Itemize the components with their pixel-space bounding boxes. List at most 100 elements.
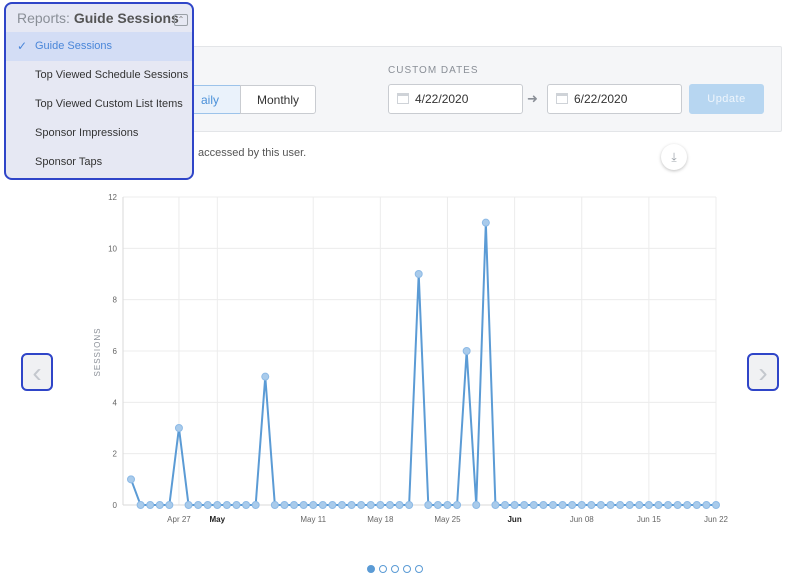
data-point xyxy=(587,501,596,509)
report-option-label: Sponsor Taps xyxy=(35,156,103,168)
data-point xyxy=(328,501,337,509)
data-point xyxy=(577,501,586,509)
data-point xyxy=(529,501,538,509)
data-point xyxy=(654,501,663,509)
data-point xyxy=(462,347,471,355)
data-point xyxy=(644,501,653,509)
report-option-label: Top Viewed Schedule Sessions xyxy=(35,69,189,81)
data-point xyxy=(136,501,145,509)
x-tick-label: May xyxy=(210,515,226,524)
y-tick-label: 8 xyxy=(113,296,118,305)
next-chart-button[interactable]: › xyxy=(747,353,779,391)
data-point xyxy=(472,501,481,509)
report-option[interactable]: Sponsor Impressions xyxy=(6,119,192,148)
report-option[interactable]: ✓ Guide Sessions xyxy=(6,32,192,61)
chart-pager xyxy=(367,560,427,573)
x-tick-label: May 11 xyxy=(300,515,326,524)
data-point xyxy=(520,501,529,509)
pager-dot[interactable] xyxy=(379,565,387,573)
data-point xyxy=(481,218,490,227)
y-tick-label: 2 xyxy=(113,450,118,459)
x-tick-label: Apr 27 xyxy=(167,515,191,524)
data-point xyxy=(251,501,260,509)
data-point xyxy=(453,501,462,509)
data-point xyxy=(692,501,701,509)
data-point xyxy=(712,501,720,509)
data-point xyxy=(491,501,500,509)
report-option[interactable]: Top Viewed Custom List Items xyxy=(6,90,192,119)
data-point xyxy=(539,501,548,509)
data-point xyxy=(510,501,519,509)
report-prefix: Reports: xyxy=(17,10,70,26)
data-point xyxy=(433,501,442,509)
prev-chart-button[interactable]: ‹ xyxy=(21,353,53,391)
data-point xyxy=(347,501,356,509)
data-point xyxy=(232,501,241,509)
pager-dot[interactable] xyxy=(403,565,411,573)
pager-dot[interactable] xyxy=(367,565,375,573)
data-point xyxy=(683,501,692,509)
data-point xyxy=(558,501,567,509)
data-point xyxy=(596,501,605,509)
data-point xyxy=(290,501,299,509)
report-option[interactable]: Sponsor Taps xyxy=(6,148,192,177)
data-point xyxy=(309,501,318,509)
report-selector-header[interactable]: Reports: Guide Sessions ⌃ xyxy=(6,4,192,32)
data-point xyxy=(242,501,251,509)
data-point xyxy=(299,501,308,509)
pager-dot[interactable] xyxy=(415,565,423,573)
data-point xyxy=(405,501,414,509)
report-current: Guide Sessions xyxy=(73,10,179,26)
y-tick-label: 4 xyxy=(113,398,118,407)
chevron-left-icon: ‹ xyxy=(32,357,42,388)
checkmark-icon: ✓ xyxy=(17,39,28,53)
data-point xyxy=(165,501,174,509)
data-point xyxy=(702,501,711,509)
x-tick-label: Jun 15 xyxy=(637,515,662,524)
x-tick-label: May 25 xyxy=(434,515,461,524)
data-point xyxy=(664,501,673,509)
data-point xyxy=(414,270,423,278)
data-point xyxy=(203,501,212,509)
series-line xyxy=(130,222,716,506)
y-axis-label: SESSIONS xyxy=(93,328,102,377)
data-point xyxy=(155,501,164,509)
y-tick-label: 10 xyxy=(108,244,117,253)
data-point xyxy=(376,501,385,509)
data-point xyxy=(548,501,557,509)
chevron-up-icon[interactable]: ⌃ xyxy=(174,14,188,26)
data-point xyxy=(222,501,231,509)
data-point xyxy=(606,501,615,509)
report-option-label: Top Viewed Custom List Items xyxy=(35,98,183,110)
data-point xyxy=(337,501,346,509)
data-point xyxy=(568,501,577,509)
report-option-label: Guide Sessions xyxy=(35,40,113,52)
data-point xyxy=(261,372,270,381)
data-point xyxy=(318,501,327,509)
data-point xyxy=(280,501,289,509)
data-point xyxy=(625,501,634,509)
x-tick-label: May 18 xyxy=(367,515,394,524)
report-option[interactable]: Top Viewed Schedule Sessions xyxy=(6,61,192,90)
data-point xyxy=(424,501,433,509)
data-point xyxy=(146,501,155,509)
report-option-label: Sponsor Impressions xyxy=(35,127,139,139)
x-tick-label: Jun 22 xyxy=(704,515,729,524)
data-point xyxy=(443,501,452,509)
y-tick-label: 12 xyxy=(108,193,117,202)
data-point xyxy=(194,501,203,509)
data-point xyxy=(635,501,644,509)
x-tick-label: Jun xyxy=(507,515,521,524)
data-point xyxy=(385,501,394,509)
data-point xyxy=(174,424,183,432)
data-point xyxy=(270,501,279,509)
data-point xyxy=(395,501,404,509)
report-selector-dropdown[interactable]: Reports: Guide Sessions ⌃ ✓ Guide Session… xyxy=(4,2,194,180)
data-point xyxy=(213,501,222,509)
chevron-right-icon: › xyxy=(758,357,768,388)
data-point xyxy=(616,501,625,509)
data-point xyxy=(184,501,193,509)
data-point xyxy=(673,501,682,509)
x-tick-label: Jun 08 xyxy=(570,515,595,524)
pager-dot[interactable] xyxy=(391,565,399,573)
